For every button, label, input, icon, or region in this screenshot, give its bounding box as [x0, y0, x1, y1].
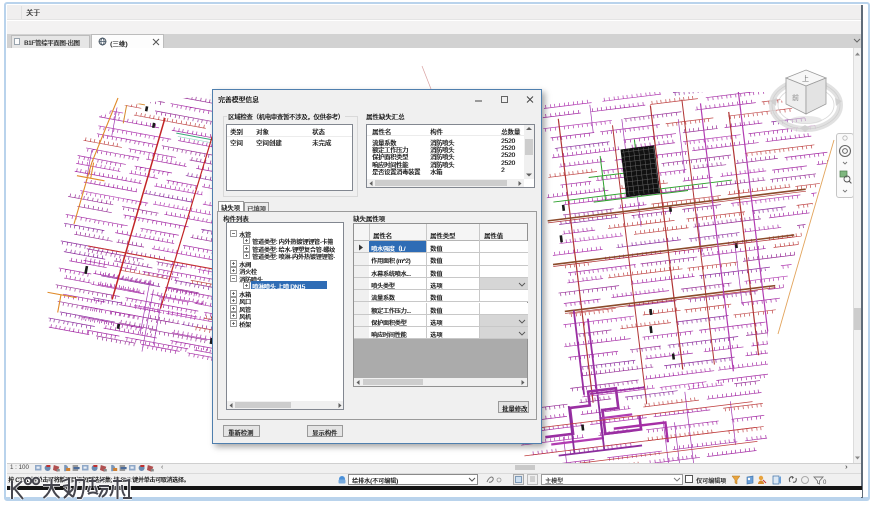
svg-text:前: 前: [792, 93, 799, 102]
svg-text:上: 上: [802, 74, 809, 83]
